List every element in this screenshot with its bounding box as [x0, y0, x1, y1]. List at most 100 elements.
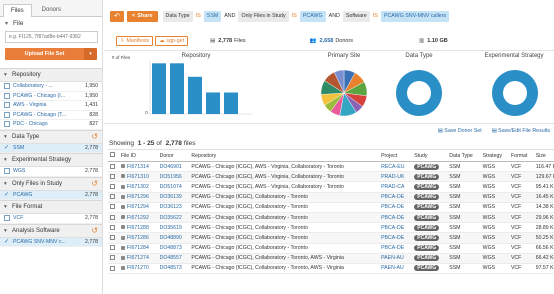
tab-donors[interactable]: Donors	[34, 3, 69, 16]
column-header[interactable]: Size	[533, 149, 554, 162]
query-field[interactable]: Only Files in Study	[238, 10, 289, 22]
project-link[interactable]: PAEN-AU	[381, 255, 404, 261]
column-header[interactable]: Strategy	[480, 149, 509, 162]
column-header[interactable]: Donor	[157, 149, 190, 162]
upload-dropdown-button[interactable]: ▾	[84, 48, 97, 60]
donor-link[interactable]: DO51956	[160, 174, 182, 180]
donor-link[interactable]: DO36123	[160, 204, 182, 210]
donor-link[interactable]: DO35619	[160, 225, 182, 231]
row-checkbox[interactable]	[110, 224, 115, 230]
column-header[interactable]: Data Type	[447, 149, 481, 162]
table-row[interactable]: FI671286 DO48890 PCAWG - Chicago (ICGC), C…	[108, 232, 554, 244]
donor-link[interactable]: DO46901	[160, 164, 182, 170]
table-row[interactable]: FI671288 DO35619 PCAWG - Chicago (ICGC), C…	[108, 222, 554, 234]
project-link[interactable]: PRAD-CA	[381, 184, 404, 190]
facet-header[interactable]: ▾ Experimental Strategy	[0, 154, 102, 167]
file-id-link[interactable]: FI671274	[127, 255, 149, 261]
column-header[interactable]: Repository	[189, 149, 380, 162]
table-row[interactable]: FI671274 DO48557 PCAWG - Chicago (ICGC), C…	[108, 253, 554, 264]
query-value[interactable]: PCAWG	[299, 10, 326, 22]
column-header[interactable]: Project	[379, 149, 413, 162]
facet-item[interactable]: PDC - Chicago 827	[0, 120, 102, 130]
column-header[interactable]: Format	[508, 149, 534, 162]
facet-header[interactable]: ▾ Analysis Software ↺	[0, 224, 102, 238]
table-row[interactable]: FI671314 DO46901 PCAWG - Chicago (ICGC), A…	[108, 161, 554, 173]
project-link[interactable]: RECA-EU	[381, 164, 404, 170]
checkbox[interactable]	[4, 168, 10, 175]
column-header[interactable]: File ID	[118, 149, 158, 162]
row-checkbox[interactable]	[110, 194, 115, 200]
donor-link[interactable]: DO48573	[160, 265, 182, 271]
facet-header[interactable]: ▾ Only Files in Study ↺	[0, 177, 102, 191]
row-checkbox[interactable]	[110, 245, 115, 251]
project-link[interactable]: PBCA-DE	[381, 225, 404, 231]
facet-item[interactable]: PCAWG - Chicago (T... 828	[0, 111, 102, 120]
table-row[interactable]: FI671302 DO51074 PCAWG - Chicago (ICGC), A…	[108, 181, 554, 193]
file-id-link[interactable]: FI671294	[127, 204, 149, 210]
table-row[interactable]: FI671296 DO36139 PCAWG - Chicago (ICGC), C…	[108, 192, 554, 203]
file-id-link[interactable]: FI671296	[127, 194, 149, 200]
donor-link[interactable]: DO48557	[160, 255, 182, 261]
query-value[interactable]: PCAWG SNV-MNV callers	[380, 10, 450, 22]
file-id-input[interactable]	[5, 31, 98, 43]
project-link[interactable]: PBCA-DE	[381, 235, 404, 241]
manifests-button[interactable]: ⇩ Manifests	[116, 36, 154, 46]
reset-icon[interactable]: ↺	[91, 226, 98, 235]
row-checkbox[interactable]	[110, 214, 115, 220]
checkmark-icon[interactable]: ✓	[4, 192, 10, 198]
project-link[interactable]: PBCA-DE	[381, 204, 404, 210]
reset-icon[interactable]: ↺	[91, 179, 98, 188]
query-value[interactable]: SSM	[203, 10, 222, 22]
table-row[interactable]: FI671284 DO48873 PCAWG - Chicago (ICGC), C…	[108, 243, 554, 254]
tab-files[interactable]: Files	[3, 4, 32, 17]
row-checkbox[interactable]	[110, 265, 115, 271]
file-section-title[interactable]: ▾ File	[0, 17, 102, 30]
file-id-link[interactable]: FI671292	[127, 215, 149, 221]
project-link[interactable]: PBCA-DE	[381, 194, 404, 200]
project-link[interactable]: PBCA-DE	[381, 215, 404, 221]
save-file-results-button[interactable]: ▤ Save/Edit File Results	[492, 128, 550, 134]
checkbox[interactable]	[4, 121, 10, 128]
donor-link[interactable]: DO48873	[160, 245, 182, 251]
table-row[interactable]: FI671270 DO48573 PCAWG - Chicago (ICGC), C…	[108, 263, 554, 275]
checkbox[interactable]	[4, 215, 10, 222]
row-checkbox[interactable]	[110, 255, 115, 261]
column-header[interactable]: Study	[412, 149, 448, 162]
facet-item[interactable]: ✓ SSM 2,778	[0, 143, 102, 153]
file-id-link[interactable]: FI671270	[127, 265, 149, 271]
donor-link[interactable]: DO48890	[160, 235, 182, 241]
upload-file-set-button[interactable]: Upload File Set	[5, 48, 84, 60]
checkbox[interactable]	[4, 83, 10, 90]
checkbox[interactable]	[4, 111, 10, 118]
donors-count[interactable]: 2,658	[320, 38, 334, 44]
project-link[interactable]: PAEN-AU	[381, 265, 404, 271]
facet-item[interactable]: PCAWG - Chicago (I... 1,950	[0, 92, 102, 101]
facet-item[interactable]: AWS - Virginia 1,431	[0, 101, 102, 111]
facet-header[interactable]: ▾ Repository	[0, 69, 102, 82]
checkmark-icon[interactable]: ✓	[4, 239, 10, 245]
checkbox[interactable]	[4, 92, 10, 99]
file-id-link[interactable]: FI671286	[127, 235, 149, 241]
table-row[interactable]: FI671310 DO51956 PCAWG - Chicago (ICGC), A…	[108, 171, 554, 183]
row-checkbox[interactable]	[110, 163, 115, 169]
file-id-link[interactable]: FI671310	[127, 174, 149, 180]
save-donor-set-button[interactable]: ▤ Save Donor Set	[438, 128, 482, 134]
table-row[interactable]: FI671292 DO35622 PCAWG - Chicago (ICGC), C…	[108, 212, 554, 224]
checkmark-icon[interactable]: ✓	[4, 145, 10, 151]
reset-icon[interactable]: ↺	[91, 132, 98, 141]
facet-item[interactable]: Collaboratory - ... 1,950	[0, 82, 102, 92]
query-field[interactable]: Software	[342, 10, 370, 22]
row-checkbox[interactable]	[110, 204, 115, 210]
checkbox[interactable]	[4, 102, 10, 109]
table-row[interactable]: FI671294 DO36123 PCAWG - Chicago (ICGC), C…	[108, 202, 554, 213]
undo-button[interactable]: ↶	[110, 10, 124, 22]
project-link[interactable]: PRAD-UK	[381, 174, 404, 180]
file-id-link[interactable]: FI671284	[127, 245, 149, 251]
facet-header[interactable]: ▾ File Format	[0, 201, 102, 214]
file-id-link[interactable]: FI671288	[127, 225, 149, 231]
project-link[interactable]: PBCA-DE	[381, 245, 404, 251]
donor-link[interactable]: DO51074	[160, 184, 182, 190]
facet-item[interactable]: WGS 2,778	[0, 167, 102, 177]
facet-header[interactable]: ▾ Data Type ↺	[0, 130, 102, 144]
file-id-link[interactable]: FI671314	[127, 164, 149, 170]
